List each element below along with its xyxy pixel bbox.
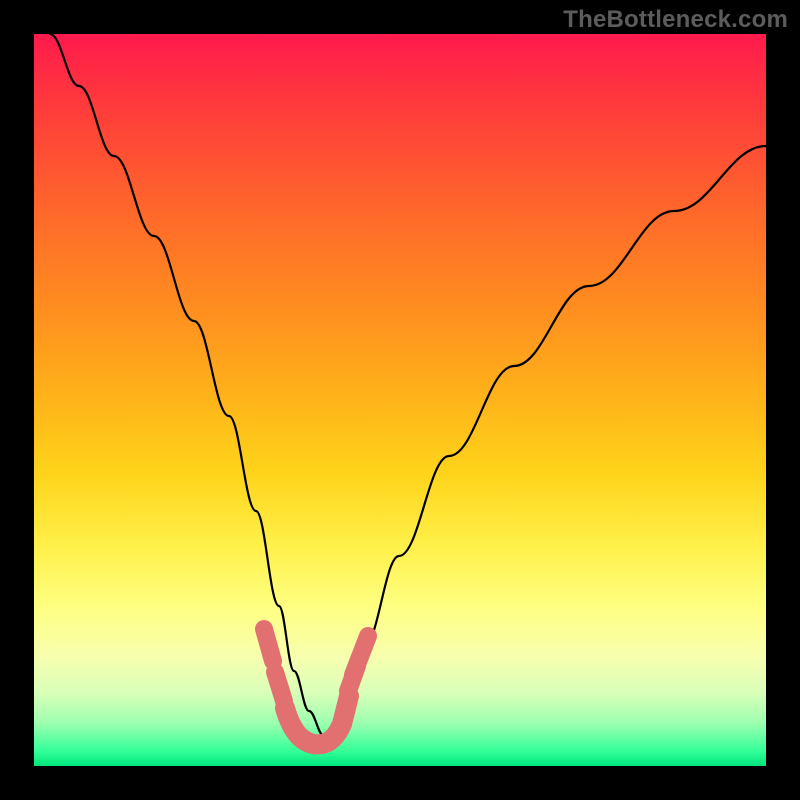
chart-frame: TheBottleneck.com	[0, 0, 800, 800]
right-segment-2	[353, 636, 368, 675]
curve-layer	[34, 34, 766, 766]
marker-layer	[264, 629, 368, 744]
left-segment-1	[264, 629, 273, 661]
plot-area	[34, 34, 766, 766]
bottom-path	[285, 696, 349, 744]
bottleneck-curve	[50, 34, 766, 736]
watermark-text: TheBottleneck.com	[563, 6, 788, 34]
left-segment-2	[275, 672, 284, 701]
